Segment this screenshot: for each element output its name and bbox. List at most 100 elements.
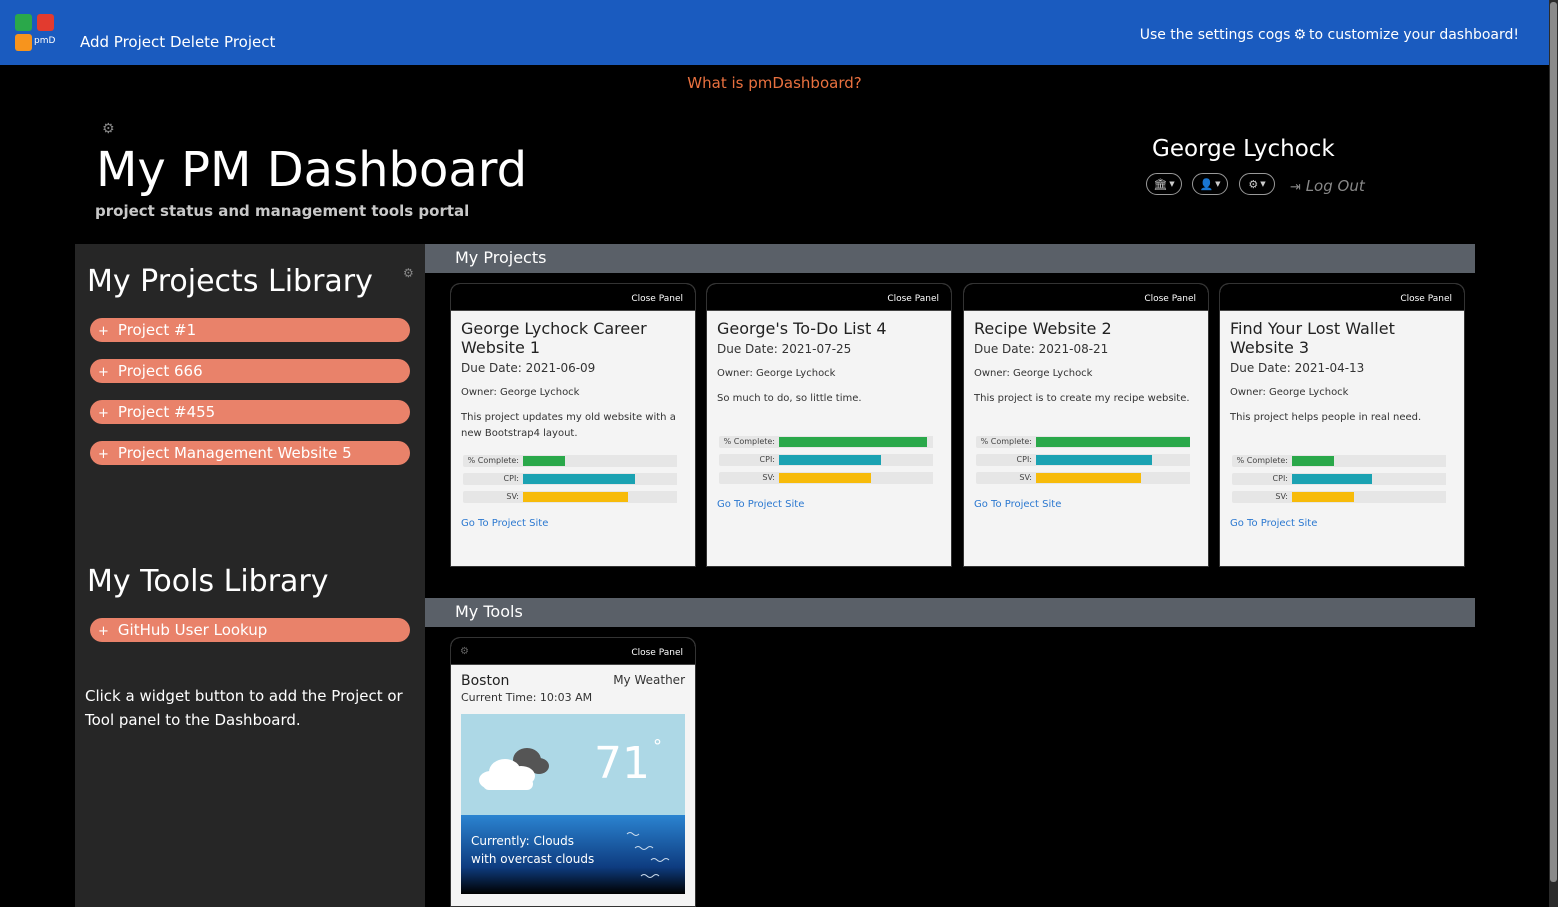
library-hint: Click a widget button to add the Project… <box>85 687 403 729</box>
pmd-logo[interactable]: pmD <box>15 14 57 54</box>
my-projects-section-label: My Projects <box>455 248 547 267</box>
gear-icon[interactable]: ⚙ <box>102 121 118 137</box>
project-owner: Owner: George Lychock <box>717 368 836 379</box>
sv-bar-row: SV: <box>974 469 1198 487</box>
complete-bar-track <box>1036 436 1190 448</box>
complete-bar-fill <box>779 437 927 447</box>
project-due-date: Due Date: 2021-06-09 <box>461 361 596 375</box>
gear-icon[interactable]: ⚙ <box>460 646 469 657</box>
user-dropdown-button[interactable]: 👤 ▼ <box>1192 173 1228 195</box>
project-metrics: % Complete: CPI: SV: <box>461 452 685 506</box>
logo-orange-square <box>15 34 32 51</box>
bank-dropdown-button[interactable]: 🏛 ▼ <box>1146 173 1182 195</box>
cpi-bar-track <box>1292 473 1446 485</box>
library-project-label: Project Management Website 5 <box>117 444 352 462</box>
page-title: My PM Dashboard <box>96 142 528 198</box>
library-project-button[interactable]: + Project Management Website 5 <box>90 441 410 465</box>
tools-library-heading: My Tools Library <box>87 564 329 599</box>
library-tool-button[interactable]: + GitHub User Lookup <box>90 618 410 642</box>
logout-icon: ⇥ <box>1290 180 1301 195</box>
logo-red-square <box>37 14 54 31</box>
card-body: Find Your Lost Wallet Website 3 Due Date… <box>1220 311 1464 537</box>
complete-bar-row: % Complete: <box>461 452 685 470</box>
weather-current: Currently: Clouds with overcast clouds <box>471 832 594 868</box>
library-project-button[interactable]: + Project #1 <box>90 318 410 342</box>
cpi-bar-label: CPI: <box>463 473 523 485</box>
sv-bar-fill <box>523 492 628 502</box>
weather-current-line1: Currently: Clouds <box>471 834 575 848</box>
project-card: Close Panel Recipe Website 2 Due Date: 2… <box>963 283 1209 567</box>
complete-bar-fill <box>1036 437 1190 447</box>
close-panel-button[interactable]: Close Panel <box>1144 294 1196 304</box>
what-is-link[interactable]: What is pmDashboard? <box>0 74 1549 92</box>
project-description: This project helps people in real need. <box>1230 412 1422 423</box>
project-site-link[interactable]: Go To Project Site <box>1230 518 1454 529</box>
close-panel-button[interactable]: Close Panel <box>887 294 939 304</box>
sv-bar-label: SV: <box>719 472 779 484</box>
scrollbar-thumb[interactable] <box>1550 2 1557 882</box>
gear-icon[interactable]: ⚙ <box>403 266 414 280</box>
card-body: Recipe Website 2 Due Date: 2021-08-21 Ow… <box>964 311 1208 518</box>
card-body: George Lychock Career Website 1 Due Date… <box>451 311 695 537</box>
gear-icon: ⚙ <box>1293 27 1307 43</box>
cpi-bar-row: CPI: <box>717 451 941 469</box>
project-description: This project is to create my recipe webs… <box>974 393 1190 404</box>
project-site-link[interactable]: Go To Project Site <box>717 499 941 510</box>
delete-project-link[interactable]: Delete Project <box>170 33 275 51</box>
project-title: Find Your Lost Wallet Website 3 <box>1230 319 1395 357</box>
card-body: George's To-Do List 4 Due Date: 2021-07-… <box>707 311 951 518</box>
library-project-button[interactable]: + Project #455 <box>90 400 410 424</box>
complete-bar-row: % Complete: <box>974 433 1198 451</box>
settings-hint-suffix: to customize your dashboard! <box>1309 27 1519 43</box>
sv-bar-track <box>1292 491 1446 503</box>
cpi-bar-track <box>1036 454 1190 466</box>
left-library-panel: My Projects Library ⚙ + Project #1 + Proje… <box>75 244 425 907</box>
complete-bar-row: % Complete: <box>717 433 941 451</box>
cpi-bar-track <box>779 454 933 466</box>
project-site-link[interactable]: Go To Project Site <box>461 518 685 529</box>
projects-library-heading: My Projects Library <box>87 264 373 299</box>
add-project-link[interactable]: Add Project <box>80 33 165 51</box>
project-owner: Owner: George Lychock <box>461 387 580 398</box>
caret-down-icon: ▼ <box>1260 180 1266 188</box>
card-body: Boston My Weather Current Time: 10:03 AM… <box>451 665 695 902</box>
caret-down-icon: ▼ <box>1215 180 1221 188</box>
sv-bar-fill <box>1036 473 1141 483</box>
project-metrics: % Complete: CPI: SV: <box>974 433 1198 487</box>
settings-dropdown-button[interactable]: ⚙ ▼ <box>1239 173 1275 195</box>
library-project-button[interactable]: + Project 666 <box>90 359 410 383</box>
library-project-label: Project 666 <box>117 362 203 380</box>
sv-bar-label: SV: <box>976 472 1036 484</box>
sv-bar-track <box>1036 472 1190 484</box>
waves-icon <box>626 832 670 878</box>
weather-current-line2: with overcast clouds <box>471 852 595 866</box>
top-navbar: pmD Add Project Delete Project Use the s… <box>0 0 1549 65</box>
plus-icon: + <box>98 624 109 639</box>
weather-time: Current Time: 10:03 AM <box>461 691 593 704</box>
settings-hint-prefix: Use the settings cogs <box>1139 27 1291 43</box>
complete-bar-track <box>1292 455 1446 467</box>
cpi-bar-fill <box>1292 474 1373 484</box>
sv-bar-fill <box>779 473 872 483</box>
close-panel-button[interactable]: Close Panel <box>631 294 683 304</box>
card-header: Close Panel <box>964 284 1208 311</box>
close-panel-button[interactable]: Close Panel <box>631 648 683 658</box>
project-title: George Lychock Career Website 1 <box>461 319 647 357</box>
weather-card: ⚙ Close Panel Boston My Weather Current … <box>450 637 696 907</box>
logo-green-square <box>15 14 32 31</box>
cpi-bar-label: CPI: <box>976 454 1036 466</box>
sv-bar-fill <box>1292 492 1354 502</box>
project-due-date: Due Date: 2021-07-25 <box>717 342 852 356</box>
project-owner: Owner: George Lychock <box>1230 387 1349 398</box>
complete-bar-track <box>779 436 933 448</box>
complete-bar-track <box>523 455 677 467</box>
project-site-link[interactable]: Go To Project Site <box>974 499 1198 510</box>
plus-icon: + <box>98 447 109 462</box>
library-project-label: Project #1 <box>117 321 197 339</box>
cpi-bar-fill <box>1036 455 1152 465</box>
logout-button[interactable]: ⇥ Log Out <box>1290 177 1365 195</box>
sv-bar-row: SV: <box>461 488 685 506</box>
weather-label: My Weather <box>613 673 685 687</box>
close-panel-button[interactable]: Close Panel <box>1400 294 1452 304</box>
cpi-bar-fill <box>779 455 881 465</box>
